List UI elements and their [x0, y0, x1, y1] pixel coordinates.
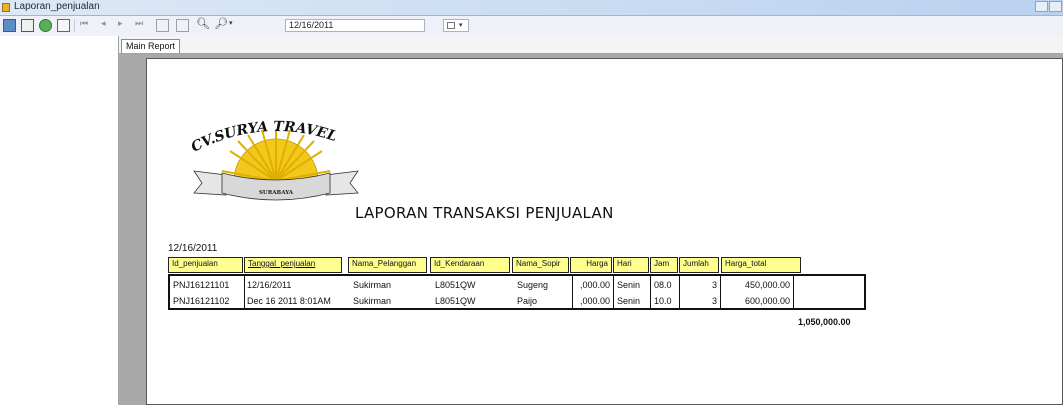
- cell-tanggal: 12/16/2011: [247, 280, 292, 290]
- zoom-level-icon: [447, 22, 455, 29]
- restore-button[interactable]: [1049, 1, 1062, 12]
- report-title: LAPORAN TRANSAKSI PENJUALAN: [355, 204, 614, 222]
- zoom-chevron-down-icon[interactable]: ▾: [229, 19, 233, 27]
- previous-page-icon[interactable]: ◂: [101, 18, 106, 29]
- cell-id-penjualan: PNJ16121102: [173, 296, 230, 306]
- cell-harga: ,000.00: [579, 296, 610, 306]
- cell-harga-total: 450,000.00: [744, 280, 790, 290]
- stop-icon[interactable]: [176, 19, 189, 32]
- export-icon[interactable]: [3, 19, 16, 32]
- report-page: [146, 58, 1063, 405]
- goto-page-icon[interactable]: [156, 19, 169, 32]
- last-page-icon[interactable]: ⏭: [135, 18, 143, 29]
- column-header: Tanggal_penjualan: [244, 257, 342, 273]
- column-header: Id_Kendaraan: [430, 257, 510, 273]
- grand-total: 1,050,000.00: [798, 317, 851, 327]
- zoom-dropdown[interactable]: ▾: [443, 19, 469, 32]
- cell-harga: ,000.00: [579, 280, 610, 290]
- column-header: Nama_Sopir: [512, 257, 569, 273]
- cell-sopir: Sugeng: [517, 280, 549, 290]
- cell-id-penjualan: PNJ16121101: [173, 280, 230, 290]
- cell-jumlah: 3: [711, 296, 717, 306]
- cell-hari: Senin: [617, 280, 641, 290]
- column-header: Jumlah: [679, 257, 719, 273]
- zoom-icon[interactable]: 🔎︎: [214, 19, 228, 32]
- report-print-date: 12/16/2011: [168, 243, 218, 254]
- next-page-icon[interactable]: ▸: [118, 18, 123, 29]
- first-page-icon[interactable]: ⏮: [80, 18, 88, 29]
- cell-pelanggan: Sukirman: [353, 280, 392, 290]
- window-controls: [1033, 1, 1063, 13]
- cell-harga-total: 600,000.00: [744, 296, 790, 306]
- minimize-button[interactable]: [1035, 1, 1048, 12]
- cell-jumlah: 3: [711, 280, 717, 290]
- chevron-down-icon: ▾: [459, 22, 463, 29]
- logo-ribbon-text: SURABAYA: [259, 190, 294, 196]
- title-bar: Laporan_penjualan: [0, 0, 1063, 16]
- column-header: Id_penjualan: [168, 257, 243, 273]
- table-row: PNJ16121102 Dec 16 2011 8:01AM Sukirman …: [170, 293, 864, 309]
- column-header: Hari: [613, 257, 649, 273]
- toggle-group-tree-icon[interactable]: [57, 19, 70, 32]
- search-icon[interactable]: 🔍︎: [196, 19, 210, 32]
- column-header: Harga: [570, 257, 612, 273]
- company-logo: CV.SURYA TRAVEL SURABAYA: [189, 119, 359, 201]
- cell-tanggal: Dec 16 2011 8:01AM: [247, 296, 331, 306]
- column-header: Nama_Pelanggan: [348, 257, 427, 273]
- cell-kendaraan: L8051QW: [435, 296, 476, 306]
- toolbar: ⏮ ◂ ▸ ⏭ 🔍︎ 🔎︎ ▾ 12/16/2011 ▾: [0, 16, 1063, 36]
- date-field[interactable]: 12/16/2011: [285, 19, 425, 32]
- window-title: Laporan_penjualan: [14, 1, 100, 12]
- toolbar-separator: [74, 19, 75, 32]
- app-icon: [2, 3, 10, 12]
- column-header: Harga_total: [721, 257, 801, 273]
- column-header: Jam: [650, 257, 678, 273]
- table-header-row: Id_penjualan Tanggal_penjualan Nama_Pela…: [168, 257, 866, 273]
- cell-sopir: Paijo: [517, 296, 538, 306]
- cell-hari: Senin: [617, 296, 641, 306]
- cell-kendaraan: L8051QW: [435, 280, 476, 290]
- cell-pelanggan: Sukirman: [353, 296, 392, 306]
- tab-strip: Main Report: [119, 36, 1063, 54]
- cell-jam: 08.0: [654, 280, 672, 290]
- data-table: PNJ16121101 12/16/2011 Sukirman L8051QW …: [168, 274, 866, 310]
- refresh-icon[interactable]: [39, 19, 52, 32]
- print-icon[interactable]: [21, 19, 34, 32]
- cell-jam: 10.0: [654, 296, 672, 306]
- tab-main-report[interactable]: Main Report: [121, 39, 181, 53]
- table-row: PNJ16121101 12/16/2011 Sukirman L8051QW …: [170, 277, 864, 293]
- group-tree-panel[interactable]: [0, 36, 119, 405]
